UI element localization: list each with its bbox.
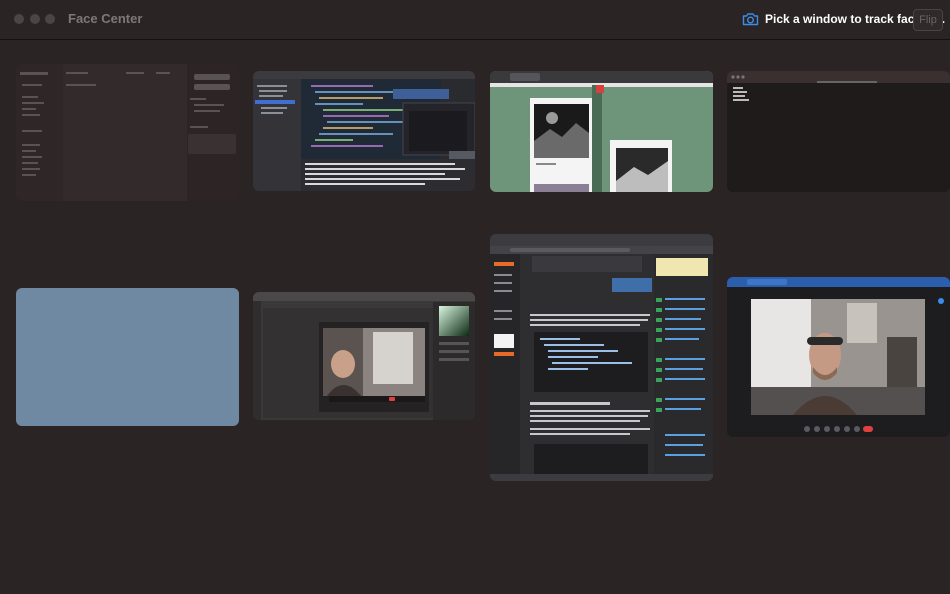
window-thumbnail-code-editor[interactable]: [253, 71, 475, 191]
app-title: Face Center: [68, 11, 143, 26]
window-thumbnail-terminal[interactable]: [727, 71, 950, 192]
window-thumbnail-video-call[interactable]: [727, 277, 950, 437]
window-thumbnail-photoshop[interactable]: [253, 292, 475, 420]
zoom-window-button[interactable]: [45, 14, 55, 24]
flip-button[interactable]: Flip: [913, 9, 943, 31]
window-thumbnail-browser-article[interactable]: [490, 234, 713, 481]
close-window-button[interactable]: [14, 14, 24, 24]
window-thumbnail-image-gallery[interactable]: [490, 71, 713, 192]
window-thumbnail-blank[interactable]: [16, 288, 239, 426]
window-thumbnail-finder[interactable]: [16, 64, 239, 201]
title-bar: Face Center Pick a window to track faces…: [0, 0, 950, 40]
app-window: Face Center Pick a window to track faces…: [0, 0, 950, 594]
camera-icon: [742, 12, 759, 31]
minimize-window-button[interactable]: [30, 14, 40, 24]
